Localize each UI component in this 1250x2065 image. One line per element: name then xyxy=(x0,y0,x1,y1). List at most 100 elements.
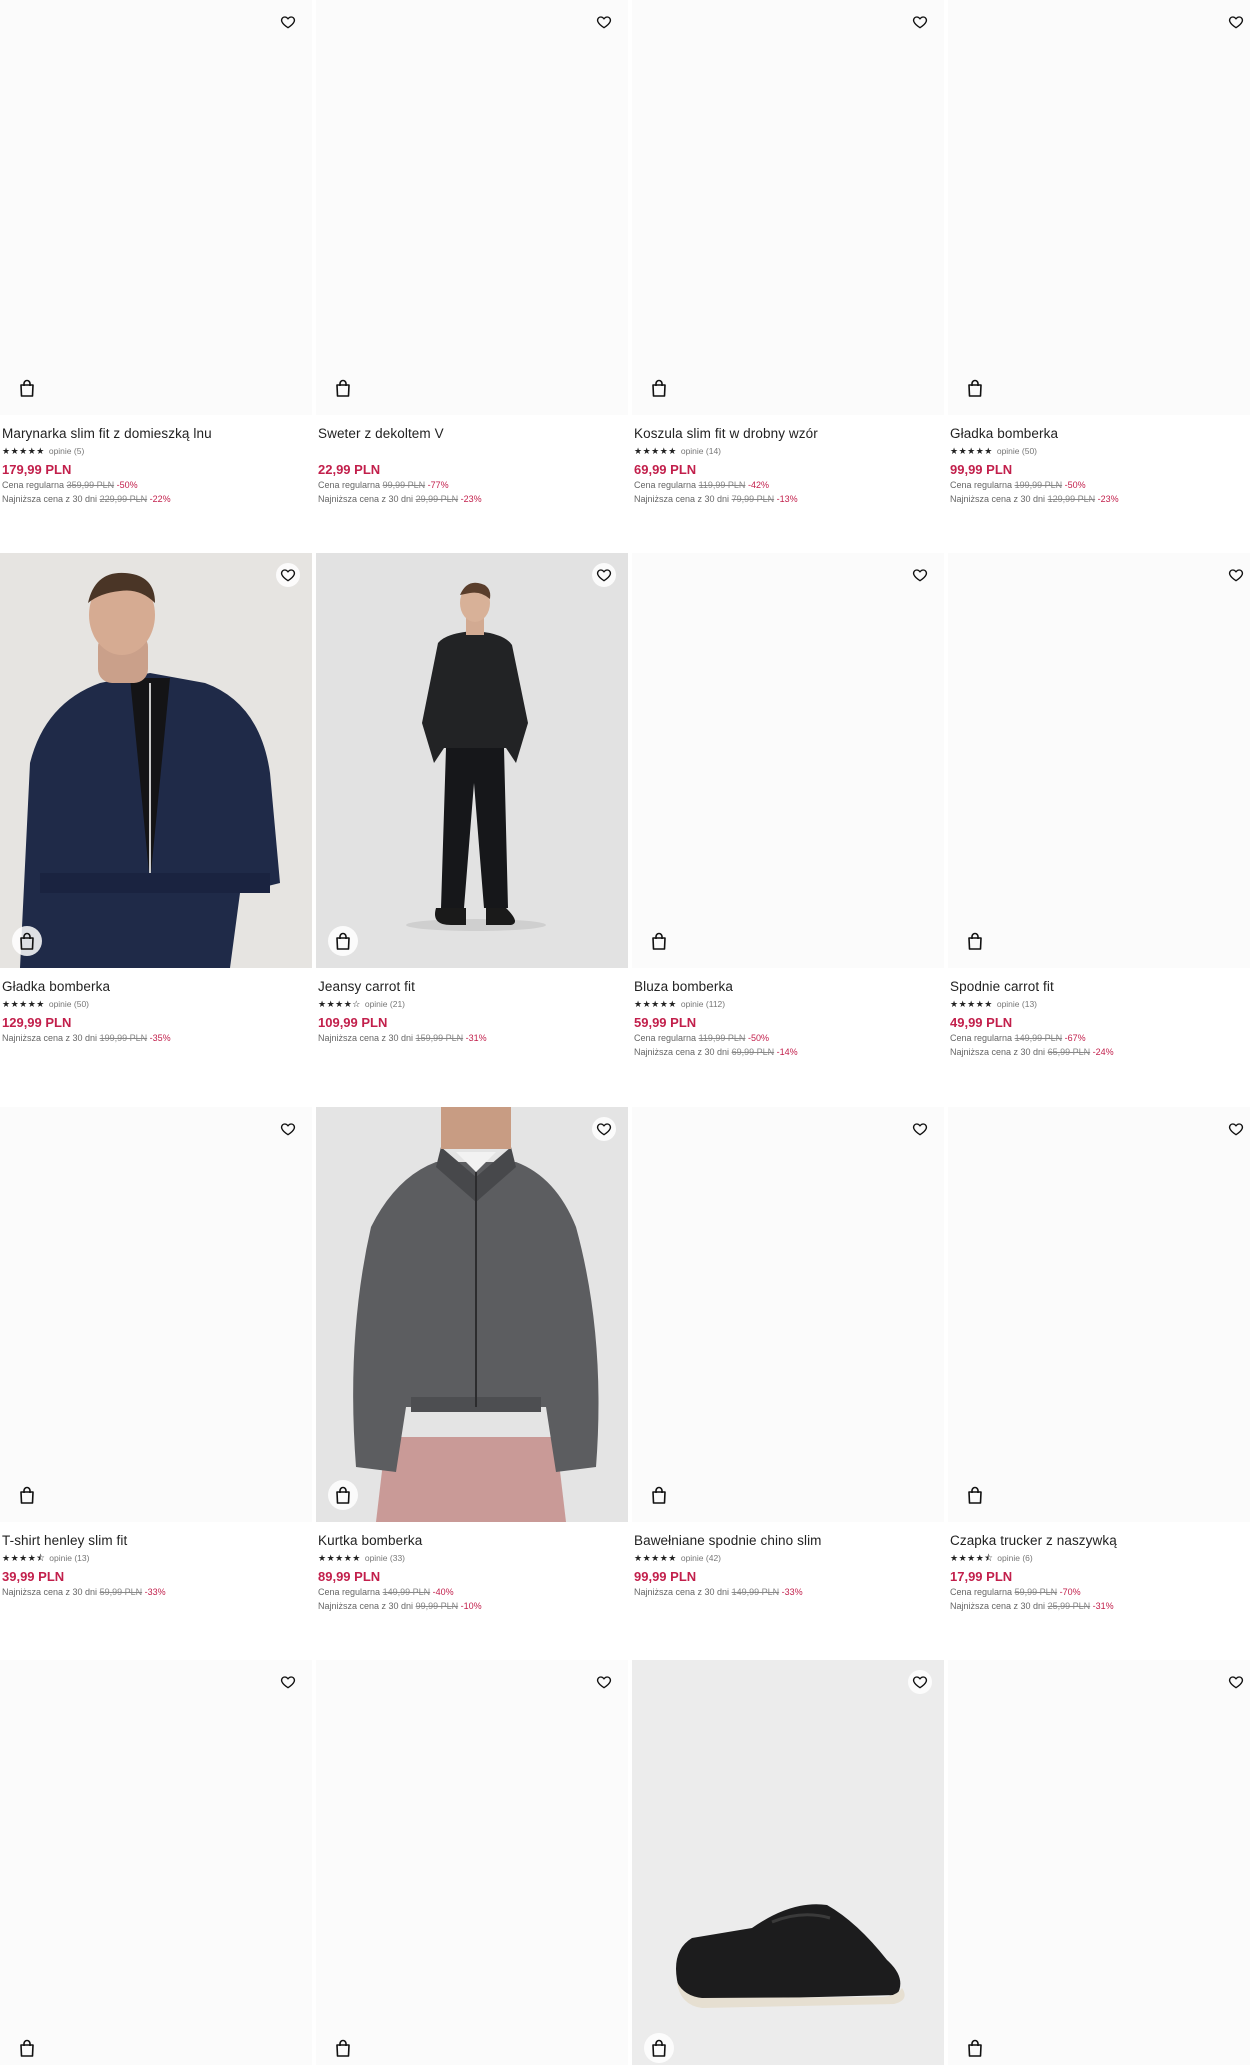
product-name[interactable]: Jeansy carrot fit xyxy=(318,978,626,996)
add-to-cart-button[interactable] xyxy=(328,2033,358,2063)
add-to-cart-button[interactable] xyxy=(960,373,990,403)
product-name[interactable]: Bawełniane spodnie chino slim xyxy=(634,1532,942,1550)
product-card[interactable] xyxy=(0,1660,312,2065)
shopping-bag-icon xyxy=(336,932,350,950)
review-count[interactable]: opinie (50) xyxy=(49,999,89,1009)
product-card[interactable]: Gładka bomberka ★★★★★ opinie (50) 129,99… xyxy=(0,553,312,1045)
product-card[interactable]: Kurtka bomberka ★★★★★ opinie (33) 89,99 … xyxy=(316,1107,628,1613)
product-name[interactable]: T-shirt henley slim fit xyxy=(2,1532,310,1550)
shopping-bag-icon xyxy=(652,379,666,397)
add-to-favorites-button[interactable] xyxy=(908,10,932,34)
product-image[interactable] xyxy=(948,1660,1250,2065)
add-to-cart-button[interactable] xyxy=(644,373,674,403)
add-to-favorites-button[interactable] xyxy=(276,563,300,587)
product-name[interactable]: Gładka bomberka xyxy=(950,425,1250,443)
product-image[interactable] xyxy=(0,1660,312,2065)
product-name[interactable]: Kurtka bomberka xyxy=(318,1532,626,1550)
add-to-favorites-button[interactable] xyxy=(592,563,616,587)
product-card[interactable] xyxy=(632,1660,944,2065)
lowest-price-value: 199,99 PLN xyxy=(99,1033,148,1043)
add-to-favorites-button[interactable] xyxy=(592,1670,616,1694)
product-image[interactable] xyxy=(632,1660,944,2065)
add-to-favorites-button[interactable] xyxy=(1224,1117,1248,1141)
add-to-favorites-button[interactable] xyxy=(908,563,932,587)
product-name[interactable]: Gładka bomberka xyxy=(2,978,310,996)
add-to-cart-button[interactable] xyxy=(328,1480,358,1510)
product-name[interactable]: Czapka trucker z naszywką xyxy=(950,1532,1250,1550)
add-to-cart-button[interactable] xyxy=(644,2033,674,2063)
product-card[interactable]: Spodnie carrot fit ★★★★★ opinie (13) 49,… xyxy=(948,553,1250,1059)
product-image[interactable] xyxy=(316,0,628,415)
add-to-cart-button[interactable] xyxy=(328,926,358,956)
product-photo xyxy=(632,1660,944,2065)
review-count[interactable]: opinie (33) xyxy=(365,1553,405,1563)
add-to-cart-button[interactable] xyxy=(328,373,358,403)
add-to-favorites-button[interactable] xyxy=(276,1117,300,1141)
product-card[interactable] xyxy=(316,1660,628,2065)
product-image[interactable] xyxy=(948,0,1250,415)
product-image[interactable] xyxy=(316,1660,628,2065)
review-count[interactable]: opinie (5) xyxy=(49,446,84,456)
review-count[interactable]: opinie (6) xyxy=(997,1553,1032,1563)
review-count[interactable]: opinie (42) xyxy=(681,1553,721,1563)
add-to-cart-button[interactable] xyxy=(12,2033,42,2063)
add-to-favorites-button[interactable] xyxy=(276,10,300,34)
product-image[interactable] xyxy=(632,553,944,968)
regular-price-discount: -50% xyxy=(1064,480,1086,490)
product-image[interactable] xyxy=(632,1107,944,1522)
review-count[interactable]: opinie (13) xyxy=(49,1553,89,1563)
product-image[interactable] xyxy=(632,0,944,415)
product-name[interactable]: Bluza bomberka xyxy=(634,978,942,996)
product-name[interactable]: Koszula slim fit w drobny wzór xyxy=(634,425,942,443)
product-name[interactable]: Marynarka slim fit z domieszką lnu xyxy=(2,425,310,443)
review-count[interactable]: opinie (50) xyxy=(997,446,1037,456)
review-count[interactable]: opinie (21) xyxy=(365,999,405,1009)
add-to-favorites-button[interactable] xyxy=(276,1670,300,1694)
heart-outline-icon xyxy=(596,569,612,582)
product-card[interactable]: Marynarka slim fit z domieszką lnu ★★★★★… xyxy=(0,0,312,506)
add-to-cart-button[interactable] xyxy=(12,373,42,403)
product-rating: ★★★★☆ opinie (21) xyxy=(318,998,626,1010)
product-name[interactable]: Spodnie carrot fit xyxy=(950,978,1250,996)
product-card[interactable]: Bawełniane spodnie chino slim ★★★★★ opin… xyxy=(632,1107,944,1599)
heart-outline-icon xyxy=(280,1676,296,1689)
review-count[interactable]: opinie (112) xyxy=(681,999,725,1009)
add-to-favorites-button[interactable] xyxy=(592,10,616,34)
shopping-bag-icon xyxy=(336,1486,350,1504)
product-photo xyxy=(948,0,1250,415)
add-to-favorites-button[interactable] xyxy=(592,1117,616,1141)
add-to-favorites-button[interactable] xyxy=(1224,1670,1248,1694)
product-card[interactable]: Sweter z dekoltem V 22,99 PLN Cena regul… xyxy=(316,0,628,506)
add-to-cart-button[interactable] xyxy=(644,1480,674,1510)
product-price: 99,99 PLN xyxy=(634,1569,697,1584)
lowest-price-value: 29,99 PLN xyxy=(415,494,459,504)
regular-price-value: 119,99 PLN xyxy=(698,1033,746,1043)
add-to-cart-button[interactable] xyxy=(12,1480,42,1510)
review-count[interactable]: opinie (13) xyxy=(997,999,1037,1009)
product-card[interactable]: Gładka bomberka ★★★★★ opinie (50) 99,99 … xyxy=(948,0,1250,506)
add-to-favorites-button[interactable] xyxy=(1224,563,1248,587)
product-image[interactable] xyxy=(0,1107,312,1522)
add-to-cart-button[interactable] xyxy=(12,926,42,956)
add-to-favorites-button[interactable] xyxy=(908,1117,932,1141)
product-card[interactable]: T-shirt henley slim fit ★★★★⯪ opinie (13… xyxy=(0,1107,312,1599)
product-image[interactable] xyxy=(948,1107,1250,1522)
product-image[interactable] xyxy=(316,1107,628,1522)
product-card[interactable]: Czapka trucker z naszywką ★★★★⯪ opinie (… xyxy=(948,1107,1250,1613)
add-to-favorites-button[interactable] xyxy=(908,1670,932,1694)
product-card[interactable]: Koszula slim fit w drobny wzór ★★★★★ opi… xyxy=(632,0,944,506)
product-image[interactable] xyxy=(948,553,1250,968)
product-card[interactable]: Bluza bomberka ★★★★★ opinie (112) 59,99 … xyxy=(632,553,944,1059)
review-count[interactable]: opinie (14) xyxy=(681,446,721,456)
product-image[interactable] xyxy=(0,553,312,968)
product-image[interactable] xyxy=(316,553,628,968)
product-card[interactable]: Jeansy carrot fit ★★★★☆ opinie (21) 109,… xyxy=(316,553,628,1045)
add-to-favorites-button[interactable] xyxy=(1224,10,1248,34)
add-to-cart-button[interactable] xyxy=(644,926,674,956)
add-to-cart-button[interactable] xyxy=(960,2033,990,2063)
product-card[interactable] xyxy=(948,1660,1250,2065)
add-to-cart-button[interactable] xyxy=(960,1480,990,1510)
product-name[interactable]: Sweter z dekoltem V xyxy=(318,425,626,443)
product-image[interactable] xyxy=(0,0,312,415)
add-to-cart-button[interactable] xyxy=(960,926,990,956)
